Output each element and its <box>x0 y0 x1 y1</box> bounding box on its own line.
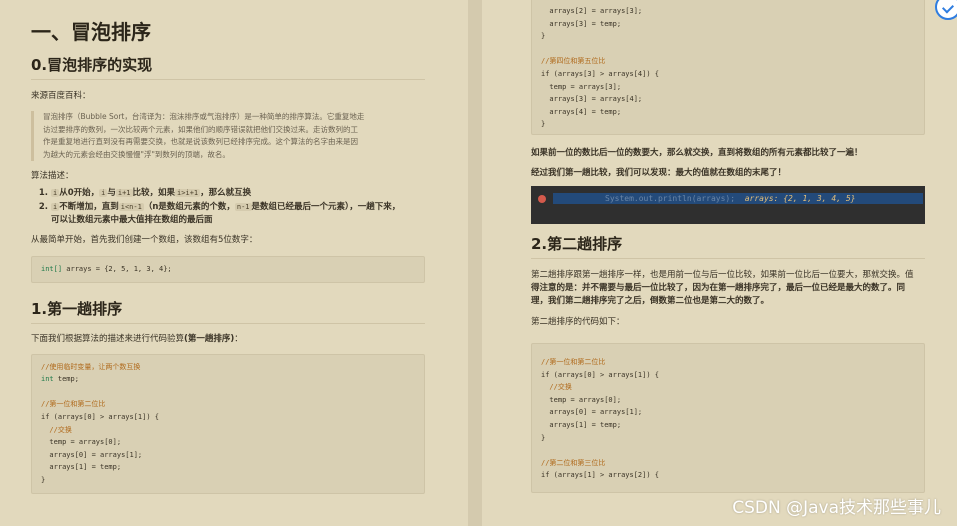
verify-text-bold: (第一趟排序) <box>184 333 235 344</box>
algo-steps: i从0开始，i与i+1比较，如果i>i+1，那么就互换 i不断增加，直到i<n-… <box>31 187 411 227</box>
code-line: } <box>541 32 546 41</box>
paragraph-line: 得注意的是：并不需要与最后一位比较了，因为在第一趟排序完了，最后一位已经是最大的… <box>531 283 906 293</box>
algo-step-1: i从0开始，i与i+1比较，如果i>i+1，那么就互换 <box>51 187 411 200</box>
inline-code: i+1 <box>115 189 133 197</box>
array-declaration-code: int[] arrays = {2, 5, 1, 3, 4}; <box>31 256 425 283</box>
code-line: if (arrays[0] > arrays[1]) { <box>541 370 660 379</box>
quote-line: 作是重复地进行直到没有再需要交换，也就是说该数列已经排序完成。这个算法的名字由来… <box>43 137 358 146</box>
step-text: 不断增加，直到 <box>59 202 119 212</box>
code-line: temp = arrays[0]; <box>541 395 622 404</box>
console-call: System.out.println(arrays); <box>605 194 736 203</box>
second-pass-paragraph: 第二趟排序跟第一趟排序一样，也是用前一位与后一位比较，如果前一位比后一位要大，那… <box>531 269 925 308</box>
code-comment: //第一位和第二位比 <box>41 400 106 409</box>
second-pass-code: //第一位和第二位比 if (arrays[0] > arrays[1]) { /… <box>531 343 925 493</box>
code-line: } <box>541 433 546 442</box>
section-heading-1: 1.第一趟排序 <box>31 298 425 324</box>
code-line: if (arrays[1] > arrays[2]) { <box>541 471 660 480</box>
swap-explanation: 如果前一位的数比后一位的数要大，那么就交换，直到将数组的所有元素都比较了一遍！ <box>531 148 863 158</box>
verify-text-post: ： <box>234 333 243 344</box>
inline-code: n-1 <box>234 203 252 211</box>
paragraph-line: 第二趟排序跟第一趟排序一样，也是用前一位与后一位比较，如果前一位比后一位要大，那… <box>531 270 914 280</box>
breakpoint-icon <box>538 195 546 203</box>
code-line: int temp; <box>41 373 415 386</box>
inline-code: i <box>51 189 60 197</box>
first-pass-code: //使用临时变量，让两个数互换 int temp; //第一位和第二位比 if (a… <box>31 353 425 494</box>
step-text: 是数组已经最后一个元素），一趟下来， <box>251 202 401 212</box>
watermark: CSDN @Java技术那些事儿 <box>732 498 941 518</box>
step-text: 从0开始， <box>59 188 100 198</box>
code-text: arrays = {2, 5, 1, 3, 4}; <box>62 265 172 273</box>
code-comment: //交换 <box>541 383 572 392</box>
code-line: } <box>41 475 46 484</box>
debug-console: System.out.println(arrays); arrays: {2, … <box>531 186 925 224</box>
code-line: arrays[3] = arrays[4]; <box>541 95 643 104</box>
code-line: temp = arrays[3]; <box>541 82 622 91</box>
inline-code: i>i+1 <box>175 189 201 197</box>
verify-text: 下面我们根据算法的描述来进行代码验算(第一趟排序)： <box>31 333 468 346</box>
source-label: 来源百度百科： <box>31 91 91 101</box>
intro-text: 从最简单开始，首先我们创建一个数组，该数组有5位数字： <box>31 235 258 245</box>
section-heading-0: 0.冒泡排序的实现 <box>31 54 425 80</box>
code-line: arrays[0] = arrays[1]; <box>41 450 143 459</box>
code-line: arrays[1] = temp; <box>41 463 122 472</box>
quote-line: 访过要排序的数列，一次比较两个元素，如果他们的顺序错误就把他们交换过来。走访数列… <box>43 124 358 134</box>
code-text: temp; <box>53 375 79 384</box>
algo-step-2: i不断增加，直到i<n-1（n是数组元素的个数，n-1是数组已经最后一个元素），… <box>51 201 411 227</box>
quote-line: 为越大的元素会经由交换慢慢"浮"到数列的顶端，故名。 <box>43 149 230 159</box>
code-comment: //第一位和第二位比 <box>541 358 606 366</box>
paragraph-line: 理，我们第二趟排序完了之后，倒数第二位也是第二大的数了。 <box>531 296 770 306</box>
code-line: if (arrays[0] > arrays[1]) { <box>41 412 160 421</box>
left-page: 一、冒泡排序 0.冒泡排序的实现 来源百度百科： 冒泡排序（Bubble Sor… <box>0 0 468 526</box>
page-title: 一、冒泡排序 <box>31 20 151 44</box>
step-text: 比较，如果 <box>132 188 176 198</box>
step-text: （n是数组元素的个数， <box>143 202 235 212</box>
step-text: ，那么就互换 <box>200 188 252 198</box>
algo-label: 算法描述： <box>31 171 74 181</box>
code-comment: //交换 <box>41 425 72 434</box>
right-page: arrays[2] = arrays[3]; arrays[3] = temp;… <box>482 0 957 526</box>
inline-code: i<n-1 <box>118 203 144 211</box>
second-pass-code-label: 第二趟排序的代码如下： <box>531 317 625 327</box>
code-line: arrays[3] = temp; <box>541 19 622 28</box>
code-blank <box>541 43 915 56</box>
code-line: arrays[4] = temp; <box>541 107 622 116</box>
code-line: } <box>541 120 546 129</box>
step-text: 可以让数组元素中最大值排在数组的最后面 <box>51 215 213 225</box>
code-comment: //使用临时变量，让两个数互换 <box>41 362 141 371</box>
code-line: if (arrays[3] > arrays[4]) { <box>541 69 660 78</box>
max-at-end-note: 经过我们第一趟比较，我们可以发现：最大的值就在数组的末尾了！ <box>531 168 787 178</box>
verify-text-pre: 下面我们根据算法的描述来进行代码验算 <box>31 333 185 344</box>
quote-line: 冒泡排序（Bubble Sort，台湾译为：泡沫排序或气泡排序）是一种简单的排序… <box>43 112 365 121</box>
code-blank <box>41 386 415 399</box>
page-gutter <box>468 0 482 526</box>
quote-block: 冒泡排序（Bubble Sort，台湾译为：泡沫排序或气泡排序）是一种简单的排序… <box>31 111 411 161</box>
code-line: arrays[1] = temp; <box>541 420 622 429</box>
console-output: arrays: {2, 1, 3, 4, 5} <box>744 194 856 203</box>
code-line: temp = arrays[0]; <box>41 438 122 447</box>
code-comment: //第四位和第五位比 <box>541 57 606 66</box>
code-comment: //第二位和第三位比 <box>541 458 606 467</box>
code-blank <box>541 444 915 457</box>
section-heading-2: 2.第二趟排序 <box>531 233 925 259</box>
code-type: int[] <box>41 265 63 273</box>
code-line: arrays[2] = arrays[3]; <box>541 7 643 15</box>
code-line: arrays[0] = arrays[1]; <box>541 408 643 417</box>
code-keyword: int <box>41 375 54 384</box>
fourth-fifth-compare-code: arrays[2] = arrays[3]; arrays[3] = temp;… <box>531 0 925 135</box>
step-text: 与 <box>107 188 116 198</box>
inline-code: i <box>51 203 60 211</box>
console-line: System.out.println(arrays); arrays: {2, … <box>553 193 923 204</box>
